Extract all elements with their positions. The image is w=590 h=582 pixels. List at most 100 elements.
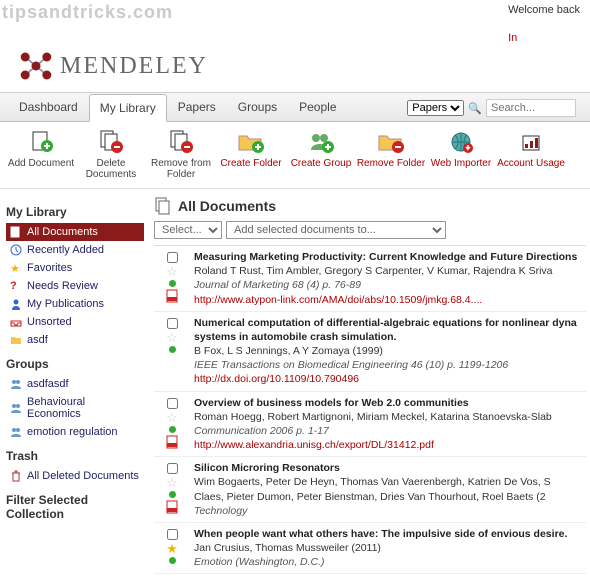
sidebar-item-deleted-documents[interactable]: All Deleted Documents bbox=[6, 467, 144, 485]
favorite-star[interactable]: ☆ bbox=[166, 331, 178, 344]
doc-checkbox[interactable] bbox=[167, 463, 178, 474]
pdf-icon bbox=[165, 435, 179, 449]
account-usage-icon bbox=[517, 130, 545, 154]
doc-journal: Communication 2006 p. 1-17 bbox=[194, 424, 584, 438]
group-icon bbox=[10, 426, 22, 438]
sidebar-item-my-publications[interactable]: My Publications bbox=[6, 295, 144, 313]
doc-journal: IEEE Transactions on Biomedical Engineer… bbox=[194, 358, 584, 372]
favorite-star[interactable]: ☆ bbox=[166, 265, 178, 278]
delete-documents-icon bbox=[97, 130, 125, 154]
sidebar-item-recently-added[interactable]: Recently Added bbox=[6, 241, 144, 259]
doc-checkbox[interactable] bbox=[167, 398, 178, 409]
doc-checkbox[interactable] bbox=[167, 529, 178, 540]
trash-icon bbox=[10, 470, 22, 482]
login-link[interactable]: In bbox=[508, 32, 580, 44]
doc-journal: Emotion (Washington, D.C.) bbox=[194, 555, 584, 569]
documents-icon bbox=[10, 226, 22, 238]
doc-checkbox[interactable] bbox=[167, 252, 178, 263]
doc-authors: Wim Bogaerts, Peter De Heyn, Thomas Van … bbox=[194, 475, 584, 503]
doc-title: Numerical computation of differential-al… bbox=[194, 316, 584, 344]
tab-groups[interactable]: Groups bbox=[227, 93, 288, 121]
sidebar-group-behavioural-economics[interactable]: Behavioural Economics bbox=[6, 393, 144, 423]
web-importer-button[interactable]: Web Importer bbox=[426, 130, 496, 180]
doc-title: Silicon Microring Resonators bbox=[194, 461, 584, 475]
tab-papers[interactable]: Papers bbox=[167, 93, 227, 121]
tab-dashboard[interactable]: Dashboard bbox=[8, 93, 89, 121]
document-row[interactable]: ★ When people want what others have: The … bbox=[154, 523, 586, 575]
web-importer-icon bbox=[447, 130, 475, 154]
create-group-icon bbox=[307, 130, 335, 154]
document-row[interactable]: ☆ Silicon Microring ResonatorsWim Bogaert… bbox=[154, 457, 586, 523]
add-to-dropdown[interactable]: Add selected documents to... bbox=[226, 221, 446, 239]
doc-journal: Technology bbox=[194, 504, 584, 518]
doc-link[interactable]: http://dx.doi.org/10.1109/10.790496 bbox=[194, 373, 359, 385]
favorite-star[interactable]: ★ bbox=[166, 542, 178, 555]
remove-folder-icon bbox=[377, 130, 405, 154]
document-list: ☆ Measuring Marketing Productivity: Curre… bbox=[154, 245, 586, 574]
status-dot bbox=[169, 280, 176, 287]
pdf-icon bbox=[165, 289, 179, 303]
doc-title: When people want what others have: The i… bbox=[194, 527, 584, 541]
sidebar-groups-heading: Groups bbox=[6, 357, 144, 371]
person-icon bbox=[10, 298, 22, 310]
question-icon: ? bbox=[10, 280, 22, 292]
group-icon bbox=[10, 402, 22, 414]
sidebar-item-folder-asdf[interactable]: asdf bbox=[6, 331, 144, 349]
main-heading: All Documents bbox=[178, 198, 276, 214]
status-dot bbox=[169, 491, 176, 498]
sidebar-item-favorites[interactable]: ★Favorites bbox=[6, 259, 144, 277]
account-usage-button[interactable]: Account Usage bbox=[496, 130, 566, 180]
remove-from-folder-button[interactable]: Remove from Folder bbox=[146, 130, 216, 180]
sidebar-group-asdfasdf[interactable]: asdfasdf bbox=[6, 375, 144, 393]
sidebar-item-needs-review[interactable]: ?Needs Review bbox=[6, 277, 144, 295]
logo-icon bbox=[18, 48, 54, 84]
pdf-icon bbox=[165, 500, 179, 514]
sidebar-trash-heading: Trash bbox=[6, 449, 144, 463]
delete-documents-button[interactable]: Delete Documents bbox=[76, 130, 146, 180]
create-group-button[interactable]: Create Group bbox=[286, 130, 356, 180]
sidebar-library-heading: My Library bbox=[6, 205, 144, 219]
favorite-star[interactable]: ☆ bbox=[166, 476, 178, 489]
sidebar-group-emotion-regulation[interactable]: emotion regulation bbox=[6, 423, 144, 441]
doc-link[interactable]: http://www.alexandria.unisg.ch/export/DL… bbox=[194, 439, 434, 451]
status-dot bbox=[169, 346, 176, 353]
toolbar: Add Document Delete Documents Remove fro… bbox=[0, 122, 590, 189]
search-input[interactable] bbox=[486, 99, 576, 117]
status-dot bbox=[169, 426, 176, 433]
tray-icon bbox=[10, 316, 22, 328]
doc-authors: Roman Hoegg, Robert Martignoni, Miriam M… bbox=[194, 410, 584, 424]
brand-name: MENDELEY bbox=[60, 53, 208, 80]
welcome-text: Welcome back bbox=[508, 4, 580, 16]
create-folder-button[interactable]: Create Folder bbox=[216, 130, 286, 180]
select-action-dropdown[interactable]: Select... bbox=[154, 221, 222, 239]
add-document-button[interactable]: Add Document bbox=[6, 130, 76, 180]
doc-link[interactable]: http://www.atypon-link.com/AMA/doi/abs/1… bbox=[194, 294, 482, 306]
doc-title: Measuring Marketing Productivity: Curren… bbox=[194, 250, 584, 264]
all-documents-icon bbox=[154, 197, 172, 215]
search-icon: 🔍 bbox=[468, 102, 482, 115]
document-row[interactable]: ☆ Numerical computation of differential-a… bbox=[154, 312, 586, 392]
tab-my-library[interactable]: My Library bbox=[89, 94, 167, 122]
status-dot bbox=[169, 557, 176, 564]
document-row[interactable]: ☆ Overview of business models for Web 2.0… bbox=[154, 392, 586, 458]
remove-folder-button[interactable]: Remove Folder bbox=[356, 130, 426, 180]
doc-checkbox[interactable] bbox=[167, 318, 178, 329]
star-icon: ★ bbox=[10, 262, 22, 274]
doc-authors: Jan Crusius, Thomas Mussweiler (2011) bbox=[194, 541, 584, 555]
sidebar-item-unsorted[interactable]: Unsorted bbox=[6, 313, 144, 331]
sidebar-filter-heading: Filter Selected Collection bbox=[6, 493, 144, 521]
tab-people[interactable]: People bbox=[288, 93, 347, 121]
document-row[interactable]: ☆ Measuring Marketing Productivity: Curre… bbox=[154, 246, 586, 312]
group-icon bbox=[10, 378, 22, 390]
doc-title: Overview of business models for Web 2.0 … bbox=[194, 396, 584, 410]
folder-icon bbox=[10, 334, 22, 346]
search-scope-select[interactable]: Papers bbox=[407, 100, 464, 116]
clock-icon bbox=[10, 244, 22, 256]
navbar: Dashboard My Library Papers Groups Peopl… bbox=[0, 92, 590, 122]
doc-authors: Roland T Rust, Tim Ambler, Gregory S Car… bbox=[194, 264, 584, 278]
create-folder-icon bbox=[237, 130, 265, 154]
sidebar: My Library All Documents Recently Added … bbox=[0, 189, 150, 582]
favorite-star[interactable]: ☆ bbox=[166, 411, 178, 424]
doc-authors: B Fox, L S Jennings, A Y Zomaya (1999) bbox=[194, 344, 584, 358]
sidebar-item-all-documents[interactable]: All Documents bbox=[6, 223, 144, 241]
